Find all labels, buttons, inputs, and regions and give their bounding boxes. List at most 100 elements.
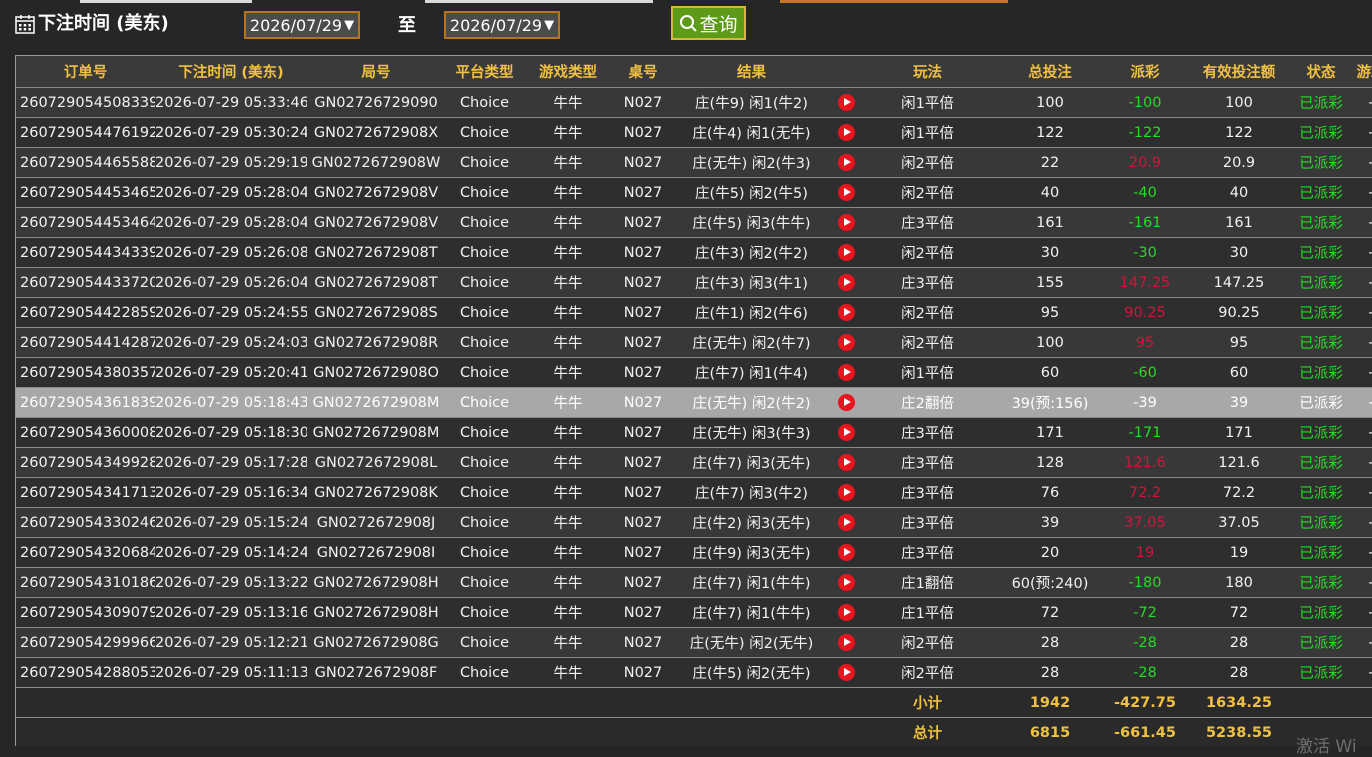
- cell-order: 260729054341713: [16, 477, 155, 508]
- table-row[interactable]: 260729054414287 2026-07-29 05:24:03 GN0272…: [16, 327, 1372, 358]
- play-video-icon[interactable]: [837, 154, 855, 171]
- play-video-icon[interactable]: [837, 634, 855, 651]
- cell-total-bet: 122: [992, 117, 1108, 148]
- cell-play-type: 闲2平倍: [863, 237, 992, 268]
- play-video-icon[interactable]: [837, 394, 855, 411]
- cell-total-bet: 100: [992, 327, 1108, 358]
- cell-table-no: N027: [612, 327, 674, 358]
- cell-order: 260729054310186: [16, 567, 155, 598]
- table-row[interactable]: 260729054508339 2026-07-29 05:33:46 GN0272…: [16, 87, 1372, 118]
- table-row[interactable]: 260729054299966 2026-07-29 05:12:21 GN0272…: [16, 627, 1372, 658]
- column-header-order: 订单号: [16, 56, 155, 88]
- play-video-icon[interactable]: [837, 274, 855, 291]
- cell-total-bet: 161: [992, 207, 1108, 238]
- date-from-select[interactable]: 2026/07/29 ▼: [244, 11, 360, 39]
- cell-table-no: N027: [612, 477, 674, 508]
- cell-status: 已派彩: [1296, 597, 1346, 628]
- cell-order: 260729054330246: [16, 507, 155, 538]
- play-video-icon[interactable]: [837, 484, 855, 501]
- table-row[interactable]: 260729054320684 2026-07-29 05:14:24 GN0272…: [16, 537, 1372, 568]
- column-header-game: 游戏: [1346, 56, 1372, 88]
- cell-status: 已派彩: [1296, 387, 1346, 418]
- play-video-icon[interactable]: [837, 244, 855, 261]
- cell-valid-bet: 40: [1182, 177, 1296, 208]
- query-button[interactable]: 查询: [671, 6, 746, 40]
- cell-payout: -60: [1108, 357, 1182, 388]
- cell-game: -: [1346, 357, 1372, 388]
- table-row[interactable]: 260729054361839 2026-07-29 05:18:43 GN0272…: [16, 387, 1372, 418]
- table-row[interactable]: 260729054310186 2026-07-29 05:13:22 GN0272…: [16, 567, 1372, 598]
- cell-time: 2026-07-29 05:28:04: [155, 207, 307, 238]
- play-video-icon[interactable]: [837, 94, 855, 111]
- date-to-select[interactable]: 2026/07/29 ▼: [444, 11, 560, 39]
- cell-round: GN02726729090: [307, 87, 445, 118]
- total-row-payout: -661.45: [1108, 717, 1182, 746]
- table-row[interactable]: 260729054309079 2026-07-29 05:13:16 GN0272…: [16, 597, 1372, 628]
- table-row[interactable]: 260729054476192 2026-07-29 05:30:24 GN0272…: [16, 117, 1372, 148]
- table-row[interactable]: 260729054422859 2026-07-29 05:24:55 GN0272…: [16, 297, 1372, 328]
- cell-status: 已派彩: [1296, 267, 1346, 298]
- play-video-icon[interactable]: [837, 424, 855, 441]
- cell-order: 260729054360008: [16, 417, 155, 448]
- cell-play-type: 庄3平倍: [863, 477, 992, 508]
- play-video-icon[interactable]: [837, 334, 855, 351]
- cell-play-type: 庄1翻倍: [863, 567, 992, 598]
- play-video-icon[interactable]: [837, 604, 855, 621]
- play-video-icon[interactable]: [837, 514, 855, 531]
- column-header-platform: 平台类型: [445, 56, 524, 88]
- cell-table-no: N027: [612, 207, 674, 238]
- cell-play-type: 闲1平倍: [863, 357, 992, 388]
- cell-payout: -72: [1108, 597, 1182, 628]
- cell-table-no: N027: [612, 267, 674, 298]
- table-row[interactable]: 260729054380357 2026-07-29 05:20:41 GN0272…: [16, 357, 1372, 388]
- cell-platform: Choice: [445, 207, 524, 238]
- play-video-icon[interactable]: [837, 664, 855, 681]
- cell-game: -: [1346, 627, 1372, 658]
- bet-records-table-container[interactable]: 订单号 下注时间 (美东) 局号 平台类型 游戏类型 桌号 结果 玩法 总投注 派彩 有效投注额 状态…: [15, 55, 1372, 746]
- table-row[interactable]: 260729054434339 2026-07-29 05:26:08 GN0272…: [16, 237, 1372, 268]
- table-row[interactable]: 260729054465588 2026-07-29 05:29:19 GN0272…: [16, 147, 1372, 178]
- cell-table-no: N027: [612, 657, 674, 688]
- subtotal-row-label: 小计: [863, 687, 992, 718]
- play-video-icon[interactable]: [837, 304, 855, 321]
- table-row[interactable]: 260729054341713 2026-07-29 05:16:34 GN0272…: [16, 477, 1372, 508]
- cell-payout: 72.2: [1108, 477, 1182, 508]
- cell-time: 2026-07-29 05:24:55: [155, 297, 307, 328]
- search-icon: [680, 15, 698, 32]
- play-video-icon[interactable]: [837, 454, 855, 471]
- table-row[interactable]: 260729054433720 2026-07-29 05:26:04 GN0272…: [16, 267, 1372, 298]
- cell-payout: 121.6: [1108, 447, 1182, 478]
- dropdown-arrow-icon: ▼: [544, 17, 555, 33]
- play-video-icon[interactable]: [837, 214, 855, 231]
- table-row[interactable]: 260729054453464 2026-07-29 05:28:04 GN0272…: [16, 207, 1372, 238]
- subtotal-row-bet: 1942: [992, 687, 1108, 718]
- cell-play-type: 庄2翻倍: [863, 387, 992, 418]
- table-row[interactable]: 260729054288053 2026-07-29 05:11:13 GN0272…: [16, 657, 1372, 688]
- cell-time: 2026-07-29 05:29:19: [155, 147, 307, 178]
- cell-result: 庄(牛7) 闲1(牛牛): [674, 597, 829, 628]
- cell-table-no: N027: [612, 117, 674, 148]
- cell-round: GN0272672908W: [307, 147, 445, 178]
- cell-play-type: 闲2平倍: [863, 177, 992, 208]
- cell-payout: -39: [1108, 387, 1182, 418]
- play-video-icon[interactable]: [837, 184, 855, 201]
- play-video-icon[interactable]: [837, 544, 855, 561]
- cell-result: 庄(牛9) 闲1(牛2): [674, 87, 829, 118]
- table-row[interactable]: 260729054360008 2026-07-29 05:18:30 GN0272…: [16, 417, 1372, 448]
- cell-table-no: N027: [612, 597, 674, 628]
- replay-cell: [829, 387, 863, 418]
- play-video-icon[interactable]: [837, 364, 855, 381]
- play-video-icon[interactable]: [837, 124, 855, 141]
- cell-time: 2026-07-29 05:15:24: [155, 507, 307, 538]
- cell-order: 260729054349928: [16, 447, 155, 478]
- cell-game: -: [1346, 147, 1372, 178]
- table-row[interactable]: 260729054349928 2026-07-29 05:17:28 GN0272…: [16, 447, 1372, 478]
- play-video-icon[interactable]: [837, 574, 855, 591]
- table-row[interactable]: 260729054453465 2026-07-29 05:28:04 GN0272…: [16, 177, 1372, 208]
- replay-cell: [829, 447, 863, 478]
- cell-game: -: [1346, 177, 1372, 208]
- cell-payout: -30: [1108, 237, 1182, 268]
- cell-valid-bet: 121.6: [1182, 447, 1296, 478]
- table-row[interactable]: 260729054330246 2026-07-29 05:15:24 GN0272…: [16, 507, 1372, 538]
- cell-status: 已派彩: [1296, 447, 1346, 478]
